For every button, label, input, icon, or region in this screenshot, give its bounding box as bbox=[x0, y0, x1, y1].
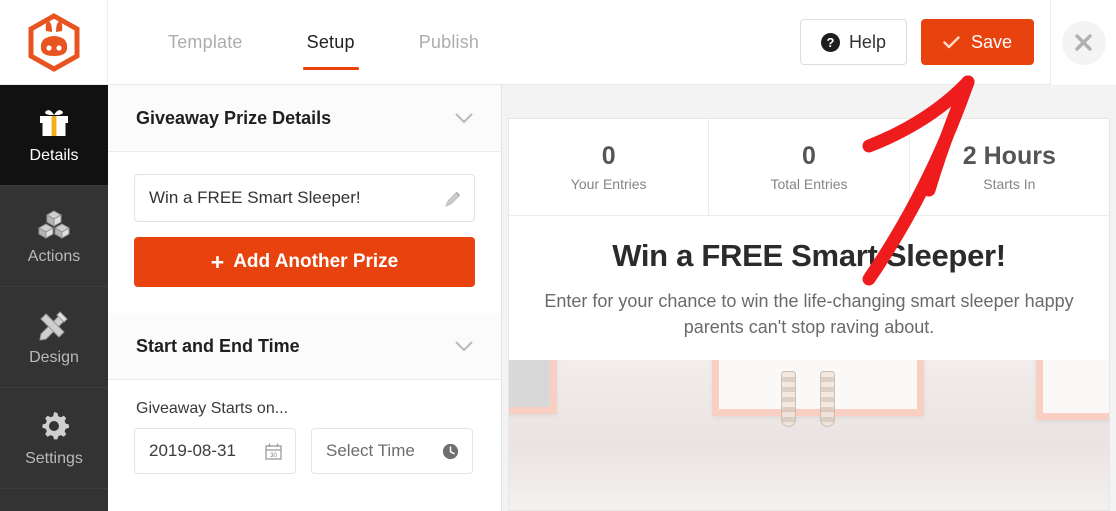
time-section-title: Start and End Time bbox=[136, 335, 300, 356]
help-button[interactable]: ? Help bbox=[799, 19, 907, 65]
giveaway-photo bbox=[509, 360, 1109, 510]
your-entries-label: Your Entries bbox=[570, 176, 647, 192]
prize-title-value: Win a FREE Smart Sleeper! bbox=[149, 188, 361, 207]
prize-section-body: Win a FREE Smart Sleeper! + Add Another … bbox=[108, 152, 501, 287]
gift-icon bbox=[40, 109, 68, 136]
photo-frame bbox=[509, 360, 557, 415]
start-date-input[interactable]: 2019-08-31 30 bbox=[134, 428, 296, 474]
stats-row: 0 Your Entries 0 Total Entries 2 Hours S… bbox=[509, 119, 1109, 216]
tab-template-label: Template bbox=[168, 31, 243, 52]
rafflepress-giveaway-builder: Template Setup Publish ? Help Save Detai… bbox=[0, 0, 1116, 511]
start-date-value: 2019-08-31 bbox=[149, 441, 236, 460]
pencil-ruler-icon bbox=[39, 310, 68, 341]
help-button-label: Help bbox=[848, 31, 886, 52]
sidebar-item-settings[interactable]: Settings bbox=[0, 388, 108, 489]
photo-frame-art-detail bbox=[781, 371, 796, 428]
cubes-icon bbox=[37, 209, 71, 239]
plus-icon: + bbox=[210, 248, 225, 275]
panel-spacer bbox=[108, 287, 501, 313]
time-section-header[interactable]: Start and End Time bbox=[108, 313, 501, 380]
starts-in-value: 2 Hours bbox=[962, 142, 1056, 170]
photo-frame-art bbox=[781, 371, 835, 428]
giveaway-preview-card: 0 Your Entries 0 Total Entries 2 Hours S… bbox=[508, 118, 1110, 511]
svg-text:30: 30 bbox=[270, 453, 277, 459]
close-button-wrap bbox=[1050, 0, 1116, 85]
main-tabs: Template Setup Publish bbox=[108, 0, 511, 84]
rabbit-hexagon-logo-icon bbox=[28, 12, 79, 72]
tab-publish-label: Publish bbox=[418, 31, 480, 52]
sidebar-item-actions[interactable]: Actions bbox=[0, 186, 108, 287]
question-mark-icon: ? bbox=[820, 32, 840, 52]
photo-frame bbox=[712, 360, 924, 428]
tab-setup[interactable]: Setup bbox=[275, 0, 387, 84]
tab-publish[interactable]: Publish bbox=[387, 0, 511, 84]
clock-icon bbox=[442, 443, 459, 460]
prize-section-title: Giveaway Prize Details bbox=[136, 107, 332, 128]
prize-title-input[interactable]: Win a FREE Smart Sleeper! bbox=[134, 174, 475, 222]
start-datetime-row: 2019-08-31 30 Select Time bbox=[108, 418, 501, 474]
add-another-prize-label: Add Another Prize bbox=[233, 251, 399, 272]
stat-starts-in: 2 Hours Starts In bbox=[908, 119, 1109, 215]
total-entries-label: Total Entries bbox=[770, 176, 848, 192]
start-time-input[interactable]: Select Time bbox=[311, 428, 473, 474]
photo-frame-art-detail bbox=[820, 371, 835, 428]
sidebar-item-actions-label: Actions bbox=[27, 247, 81, 265]
gear-icon bbox=[42, 411, 69, 439]
promo-block: Win a FREE Smart Sleeper! Enter for your… bbox=[509, 216, 1109, 360]
add-another-prize-button[interactable]: + Add Another Prize bbox=[134, 237, 475, 287]
total-entries-value: 0 bbox=[802, 142, 816, 170]
header-actions: ? Help Save bbox=[799, 0, 1050, 84]
your-entries-value: 0 bbox=[601, 142, 616, 170]
prize-section-header[interactable]: Giveaway Prize Details bbox=[108, 85, 501, 152]
close-button[interactable] bbox=[1061, 20, 1106, 65]
stat-total-entries: 0 Total Entries bbox=[708, 119, 908, 215]
stat-your-entries: 0 Your Entries bbox=[509, 119, 708, 215]
sidebar-item-design-label: Design bbox=[29, 348, 79, 366]
setup-panel: Giveaway Prize Details Win a FREE Smart … bbox=[108, 85, 502, 511]
check-icon bbox=[943, 35, 960, 48]
photo-frame bbox=[1036, 360, 1109, 421]
starts-on-label: Giveaway Starts on... bbox=[136, 400, 289, 417]
giveaway-preview-area: 0 Your Entries 0 Total Entries 2 Hours S… bbox=[502, 85, 1116, 511]
brand-logo[interactable] bbox=[0, 0, 108, 85]
starts-in-label: Starts In bbox=[983, 176, 1036, 192]
sidebar-item-design[interactable]: Design bbox=[0, 287, 108, 388]
promo-title: Win a FREE Smart Sleeper! bbox=[612, 238, 1006, 273]
tab-setup-label: Setup bbox=[306, 31, 355, 52]
sidebar-item-settings-label: Settings bbox=[25, 449, 83, 467]
app-header: Template Setup Publish ? Help Save bbox=[0, 0, 1116, 85]
sidebar: Details Actions Design Settings bbox=[0, 85, 108, 511]
tab-template[interactable]: Template bbox=[136, 0, 275, 84]
chevron-down-icon bbox=[455, 113, 473, 123]
start-time-placeholder: Select Time bbox=[326, 441, 415, 460]
save-button-label: Save bbox=[970, 31, 1012, 52]
close-icon bbox=[1075, 34, 1092, 51]
promo-description: Enter for your chance to win the life-ch… bbox=[544, 291, 1074, 338]
sidebar-item-details-label: Details bbox=[29, 146, 79, 164]
sidebar-item-details[interactable]: Details bbox=[0, 85, 108, 186]
calendar-icon: 30 bbox=[265, 443, 282, 460]
save-button[interactable]: Save bbox=[920, 19, 1034, 65]
pencil-icon[interactable] bbox=[444, 190, 462, 208]
chevron-down-icon bbox=[455, 341, 473, 351]
